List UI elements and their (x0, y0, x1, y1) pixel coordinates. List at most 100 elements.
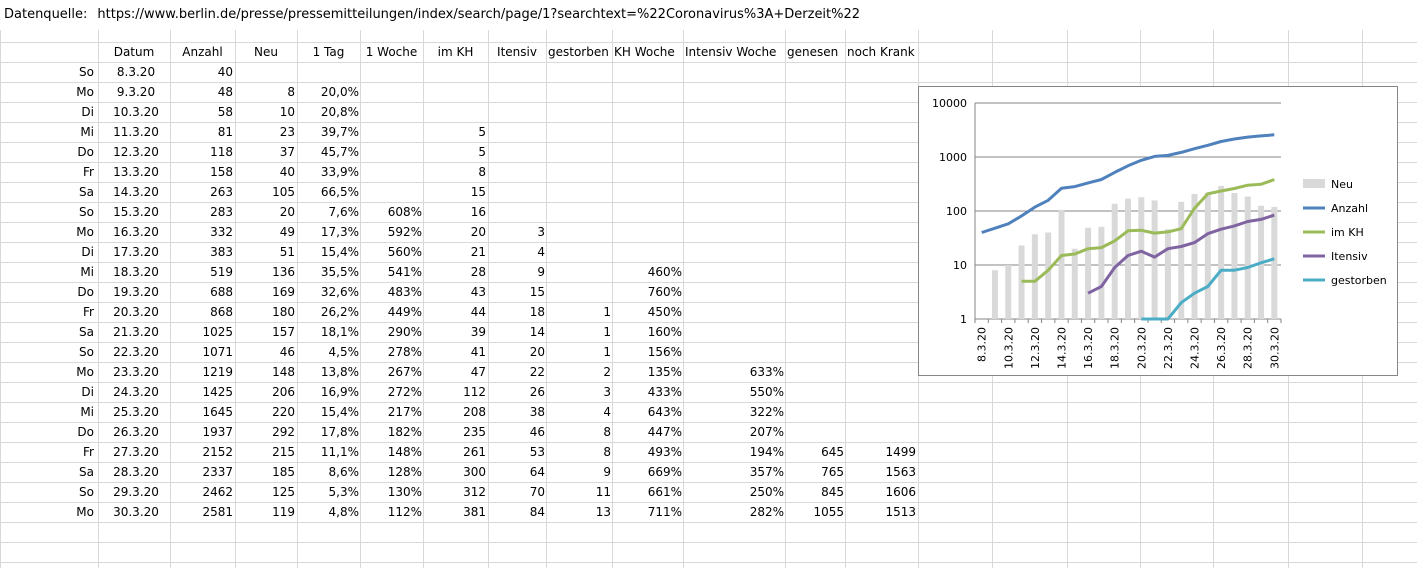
table-cell-gestorben: 9 (603, 465, 611, 479)
table-cell-tag1: 20,8% (320, 105, 359, 119)
table-cell-woche1 (362, 162, 422, 182)
table-cell-khwoche: 135% (647, 365, 682, 379)
table-cell-datum: 29.3.20 (113, 485, 159, 499)
table-cell-kh: 235 (463, 425, 486, 439)
table-cell-krank (847, 142, 916, 162)
x-tick-label: 8.3.20 (976, 327, 989, 362)
table-cell-intensiv: 53 (529, 445, 545, 459)
table-cell-tag1: 45,7% (320, 145, 359, 159)
table-cell-datum: 27.3.20 (113, 445, 159, 459)
chart[interactable]: 1 10 100 1000 10000 8.3.20 10.3.20 12.3.20 14.3.… (918, 86, 1398, 376)
x-tick-label: 18.3.20 (1109, 327, 1122, 369)
bar-neu (1204, 192, 1211, 319)
table-cell-intensiv: 38 (529, 405, 545, 419)
table-cell-khwoche: 711% (647, 505, 682, 519)
table-cell-anzahl: 519 (210, 265, 233, 279)
table-cell-tag1: 4,5% (328, 345, 360, 359)
table-cell-intensiv (490, 182, 545, 202)
x-tick-label: 16.3.20 (1082, 327, 1095, 369)
table-cell-datum: 8.3.20 (116, 65, 156, 79)
table-cell-datum: 25.3.20 (113, 405, 159, 419)
table-cell-krank (847, 422, 916, 442)
bar-neu (1071, 248, 1078, 319)
table-cell-kh: 300 (463, 465, 486, 479)
table-cell-datum: 20.3.20 (113, 305, 159, 319)
table-cell-khwoche: 460% (647, 265, 682, 279)
table-cell-intensiv: 84 (529, 505, 545, 519)
table-cell-woche1: 541% (387, 265, 422, 279)
table-cell-kh: 5 (478, 145, 486, 159)
table-cell-khwoche: 760% (647, 285, 682, 299)
bar-neu (1031, 234, 1038, 319)
table-cell-khwoche: 160% (647, 325, 682, 339)
table-cell-kh: 15 (470, 185, 486, 199)
table-cell-tag1: 33,9% (320, 165, 359, 179)
weekday-cell: Di (81, 105, 94, 119)
table-cell-intwoche: 282% (749, 505, 784, 519)
weekday-cell: Mi (80, 405, 94, 419)
bar-neu (1098, 226, 1105, 319)
table-cell-tag1: 4,8% (328, 505, 360, 519)
table-cell-datum: 28.3.20 (113, 465, 159, 479)
table-cell-datum: 23.3.20 (113, 365, 159, 379)
table-cell-intensiv: 20 (529, 345, 545, 359)
table-cell-neu: 220 (272, 405, 295, 419)
table-cell-khwoche (614, 182, 682, 202)
table-cell-tag1: 39,7% (320, 125, 359, 139)
bar-neu (991, 270, 998, 319)
table-cell-krank (847, 242, 916, 262)
table-cell-genesen: 1055 (813, 505, 844, 519)
table-cell-tag1: 15,4% (320, 245, 359, 259)
table-cell-intwoche (685, 342, 784, 362)
weekday-cell: Do (77, 425, 94, 439)
table-cell-anzahl: 1025 (202, 325, 233, 339)
table-cell-neu: 157 (272, 325, 295, 339)
table-cell-datum: 10.3.20 (113, 105, 159, 119)
bar-neu (1218, 185, 1225, 319)
chart-svg: 1 10 100 1000 10000 8.3.20 10.3.20 12.3.20 14.3.… (932, 97, 1387, 369)
table-cell-khwoche: 433% (647, 385, 682, 399)
table-cell-woche1: 217% (387, 405, 422, 419)
table-cell-neu: 23 (279, 125, 295, 139)
table-cell-intwoche (685, 222, 784, 242)
weekday-cell: Mo (76, 85, 94, 99)
table-cell-genesen (787, 162, 844, 182)
table-cell-neu: 40 (279, 165, 295, 179)
column-header: 1 Tag (312, 45, 345, 59)
table-cell-khwoche (614, 102, 682, 122)
table-cell-tag1: 18,1% (320, 325, 359, 339)
table-cell-intwoche: 633% (749, 365, 784, 379)
weekday-cell: Fr (83, 165, 94, 179)
column-header: noch Krank (847, 45, 915, 59)
table-cell-khwoche: 669% (647, 465, 682, 479)
table-cell-intensiv: 3 (537, 225, 545, 239)
bar-neu (1058, 209, 1065, 319)
weekday-cell: Fr (83, 305, 94, 319)
table-cell-neu: 169 (272, 285, 295, 299)
weekday-cell: So (79, 205, 94, 219)
legend-label: Anzahl (1331, 202, 1368, 215)
table-cell-krank (847, 402, 916, 422)
table-cell-anzahl: 40 (217, 65, 233, 79)
table-cell-neu: 51 (279, 245, 295, 259)
table-cell-woche1: 272% (387, 385, 422, 399)
table-cell-intensiv: 70 (529, 485, 545, 499)
table-cell-intwoche (685, 202, 784, 222)
table-cell-genesen (787, 342, 844, 362)
table-cell-gestorben: 13 (595, 505, 611, 519)
table-cell-kh: 16 (470, 205, 486, 219)
table-cell-kh (425, 62, 486, 82)
table-cell-datum: 22.3.20 (113, 345, 159, 359)
table-cell-woche1: 267% (387, 365, 422, 379)
table-cell-krank: 1513 (885, 505, 916, 519)
x-tick-label: 14.3.20 (1055, 327, 1068, 369)
table-cell-intensiv (490, 162, 545, 182)
table-cell-genesen (787, 422, 844, 442)
table-cell-neu: 49 (279, 225, 295, 239)
x-tick-label: 12.3.20 (1029, 327, 1042, 369)
table-cell-krank (847, 322, 916, 342)
table-cell-gestorben (548, 182, 611, 202)
table-cell-anzahl: 2581 (202, 505, 233, 519)
legend-label: Itensiv (1331, 250, 1368, 263)
table-cell-krank (847, 102, 916, 122)
